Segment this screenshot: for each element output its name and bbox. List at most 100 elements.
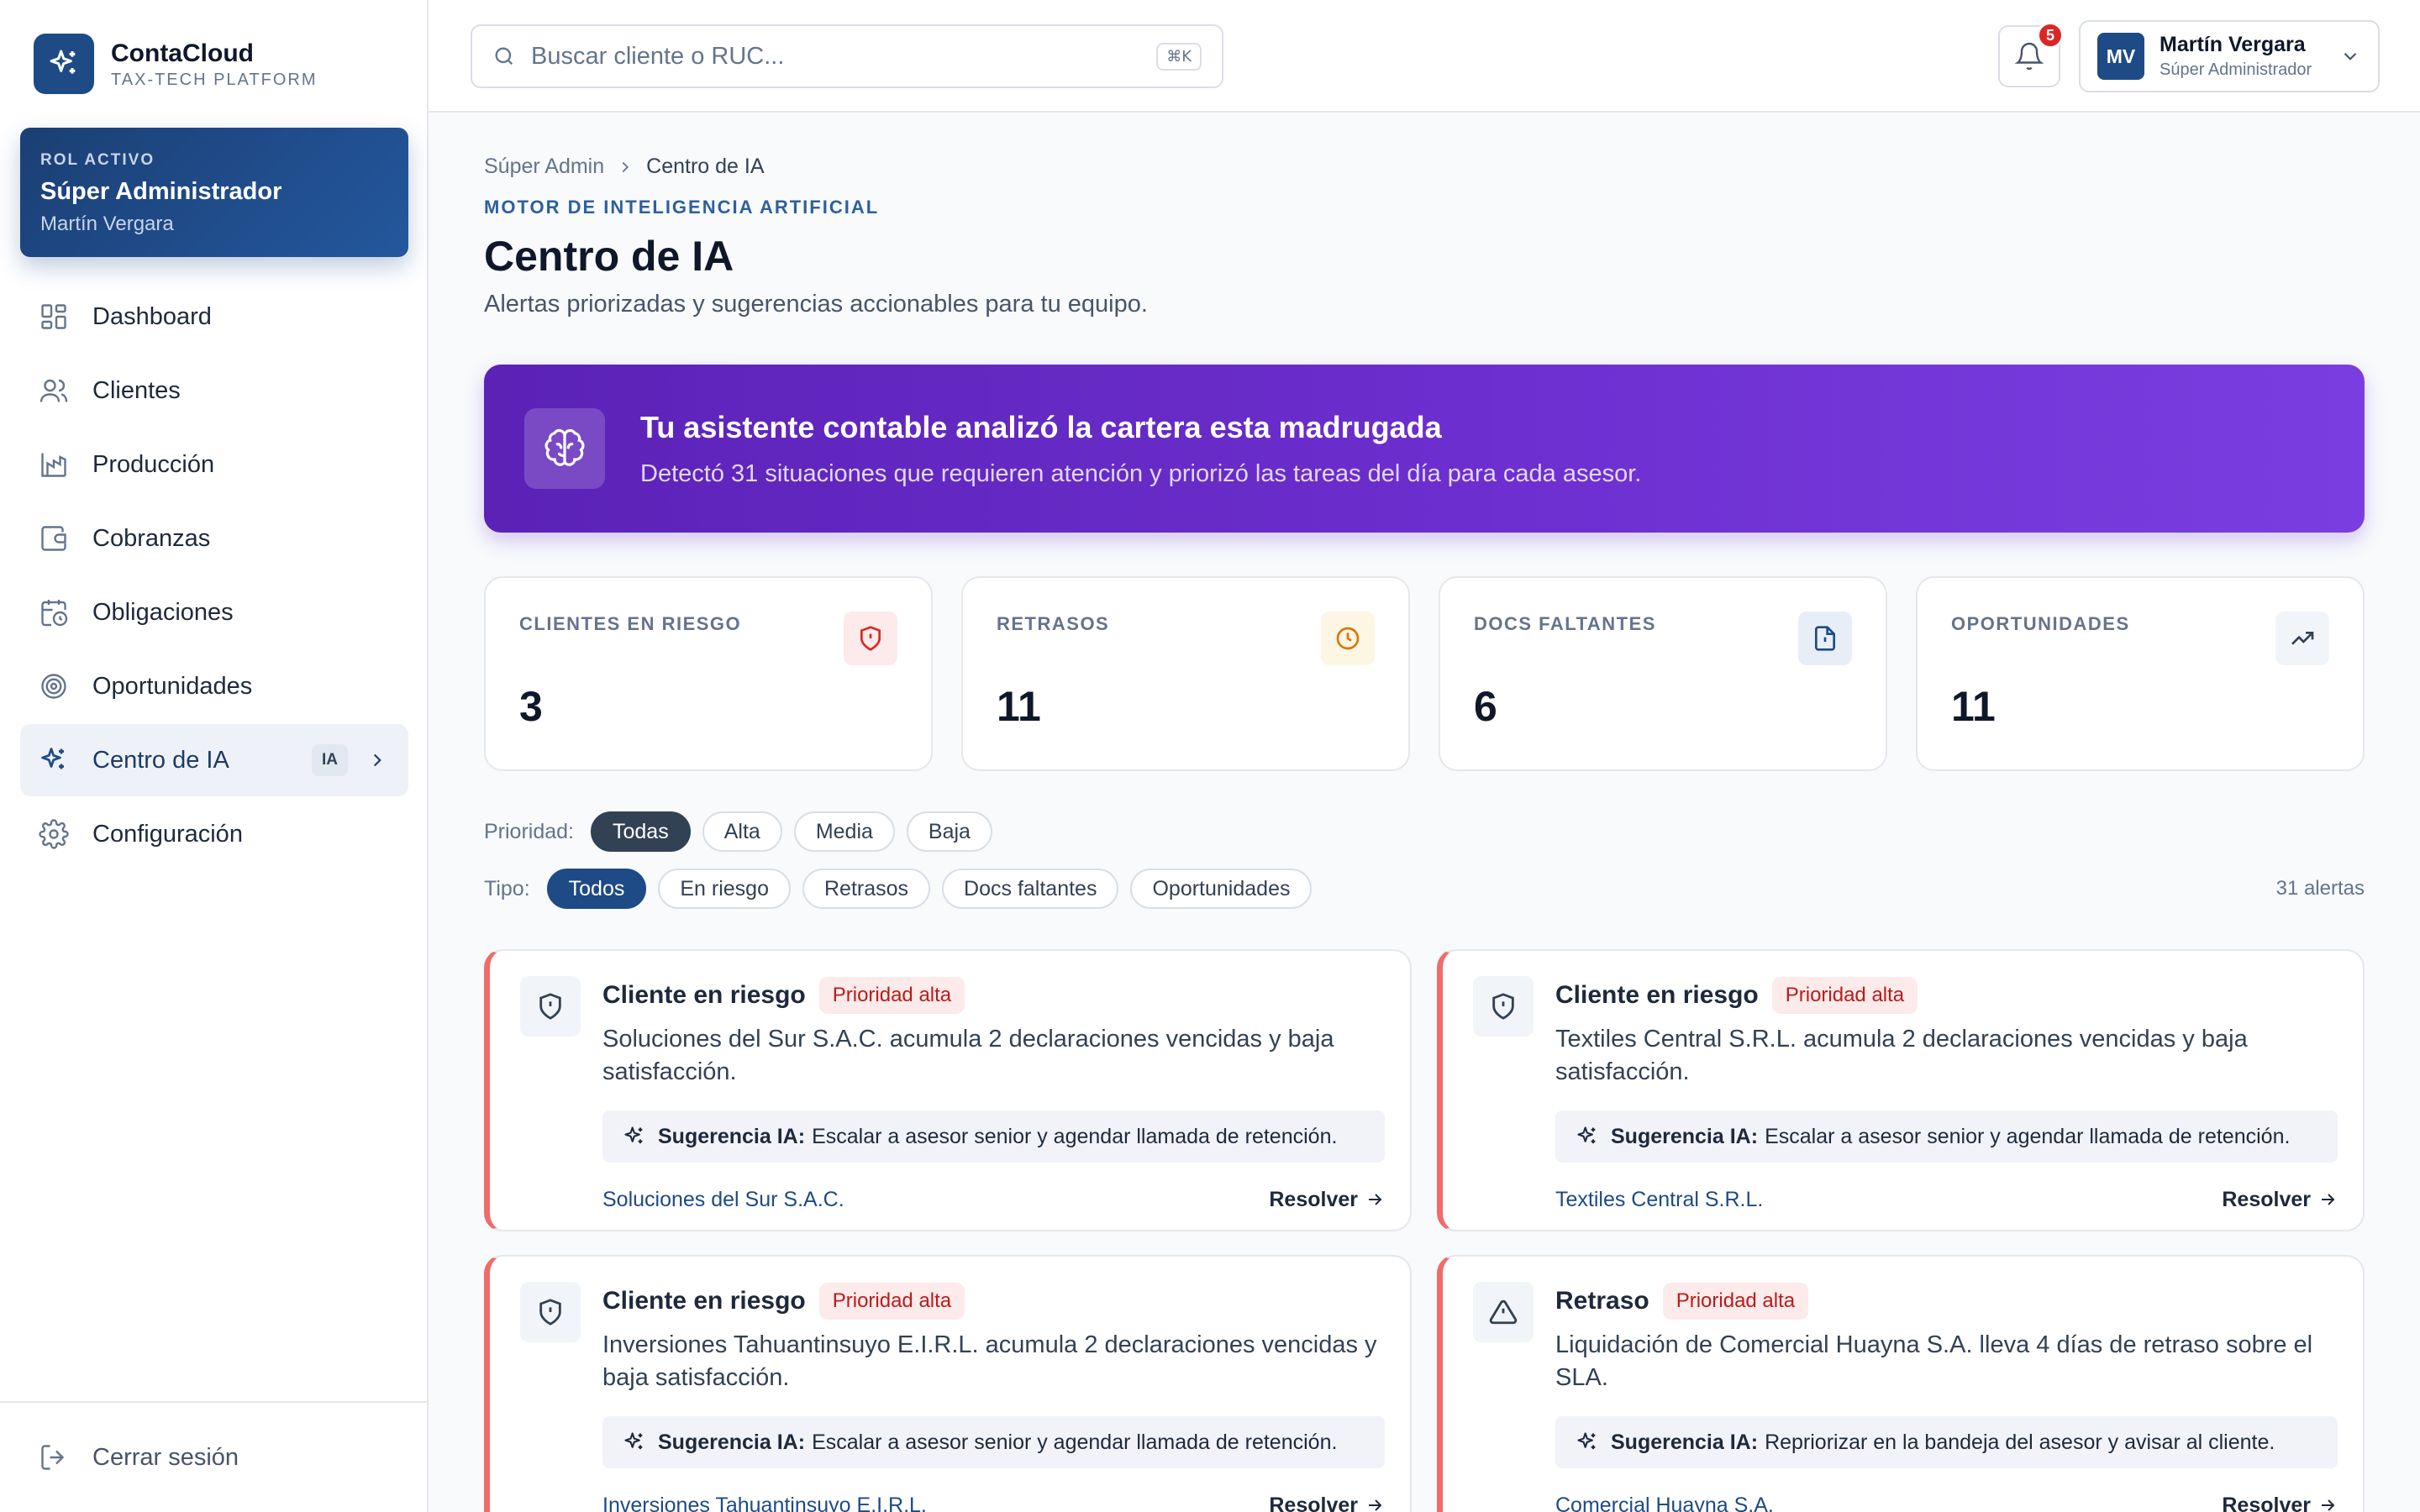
- users-icon: [39, 379, 68, 402]
- arrow-right-icon: [1369, 1499, 1382, 1511]
- role-label: ROL ACTIVO: [40, 151, 155, 169]
- suggestion-text: Repriorizar en la bandeja del asesor y a…: [1765, 1430, 2275, 1454]
- resolve-button[interactable]: Resolver: [2222, 1188, 2338, 1212]
- resolve-button[interactable]: Resolver: [1269, 1188, 1385, 1212]
- client-link[interactable]: Soluciones del Sur S.A.C.: [602, 1188, 844, 1212]
- logout-icon: [41, 1445, 65, 1470]
- type-chip-retrasos[interactable]: Retrasos: [802, 869, 931, 909]
- priority-chip-alta[interactable]: Alta: [702, 811, 782, 852]
- stat-label: RETRASOS: [997, 613, 1110, 634]
- sidebar-item-label: Dashboard: [92, 302, 212, 330]
- trending-up-icon: [2275, 612, 2329, 665]
- ai-suggestion: Sugerencia IA: Escalar a asesor senior y…: [602, 1416, 1385, 1468]
- notification-count-badge: 5: [2037, 22, 2064, 49]
- priority-badge: Prioridad alta: [818, 977, 965, 1014]
- sidebar-item-dashboard[interactable]: Dashboard: [20, 281, 408, 353]
- alert-title: Cliente en riesgo: [1555, 981, 1759, 1009]
- sidebar-item-cobranzas[interactable]: Cobranzas: [20, 502, 408, 575]
- ia-badge: IA: [312, 744, 348, 776]
- warning-triangle-icon: [1473, 1282, 1534, 1342]
- user-name: Martín Vergara: [2160, 33, 2306, 56]
- alert-description: Textiles Central S.R.L. acumula 2 declar…: [1555, 1026, 2248, 1085]
- sidebar-item-configuracion[interactable]: Configuración: [20, 798, 408, 870]
- file-alert-icon: [1798, 612, 1852, 665]
- alert-card: Retraso Prioridad alta Liquidación de Co…: [1437, 1255, 2365, 1512]
- priority-chip-baja[interactable]: Baja: [906, 811, 992, 852]
- sparkle-icon: [624, 1432, 643, 1450]
- suggestion-label: Sugerencia IA:: [658, 1124, 806, 1148]
- priority-badge: Prioridad alta: [1771, 977, 1918, 1014]
- notifications-button[interactable]: 5: [1998, 22, 2064, 87]
- type-chip-en-riesgo[interactable]: En riesgo: [658, 869, 791, 909]
- alert-title: Cliente en riesgo: [602, 1287, 806, 1315]
- suggestion-label: Sugerencia IA:: [1611, 1430, 1759, 1454]
- breadcrumb-parent[interactable]: Súper Admin: [484, 155, 604, 179]
- search-input[interactable]: [531, 42, 1157, 71]
- ai-summary-banner: Tu asistente contable analizó la cartera…: [484, 365, 2365, 533]
- sidebar-item-oportunidades[interactable]: Oportunidades: [20, 650, 408, 722]
- calendar-clock-icon: [41, 600, 68, 627]
- stat-card-clientes-riesgo[interactable]: CLIENTES EN RIESGO 3: [484, 576, 933, 771]
- wallet-icon: [41, 526, 66, 551]
- resolve-button[interactable]: Resolver: [2222, 1494, 2338, 1512]
- brand-name: ContaCloud: [111, 39, 254, 67]
- user-role: Súper Administrador: [2160, 60, 2312, 79]
- banner-title: Tu asistente contable analizó la cartera…: [640, 409, 1442, 444]
- sparkle-icon: [1577, 1432, 1596, 1450]
- brand[interactable]: ContaCloud TAX-TECH PLATFORM: [34, 34, 317, 94]
- priority-chip-todas[interactable]: Todas: [591, 811, 691, 852]
- stat-card-retrasos[interactable]: RETRASOS 11: [961, 576, 1410, 771]
- alert-description: Inversiones Tahuantinsuyo E.I.R.L. acumu…: [602, 1331, 1377, 1391]
- sidebar-item-label: Centro de IA: [92, 746, 229, 774]
- sparkle-icon: [624, 1126, 643, 1144]
- resolve-label: Resolver: [2222, 1493, 2311, 1512]
- ai-suggestion: Sugerencia IA: Escalar a asesor senior y…: [1555, 1110, 2338, 1163]
- suggestion-text: Escalar a asesor senior y agendar llamad…: [1765, 1124, 2291, 1148]
- logout-button[interactable]: Cerrar sesión: [0, 1401, 427, 1512]
- sidebar-item-clientes[interactable]: Clientes: [20, 354, 408, 427]
- type-filter: Tipo: Todos En riesgo Retrasos Docs falt…: [484, 867, 2365, 911]
- target-icon: [41, 674, 66, 699]
- production-chart-icon: [41, 453, 66, 477]
- sidebar-item-centro-ia[interactable]: Centro de IA IA: [20, 724, 408, 796]
- stat-value: 11: [997, 683, 1041, 730]
- logout-label: Cerrar sesión: [92, 1443, 239, 1471]
- stat-card-oportunidades[interactable]: OPORTUNIDADES 11: [1916, 576, 2365, 771]
- page-title: Centro de IA: [484, 233, 734, 280]
- chevron-right-icon: [373, 753, 381, 767]
- search-box[interactable]: ⌘K: [471, 24, 1223, 88]
- alerts-grid: Cliente en riesgo Prioridad alta Solucio…: [484, 949, 2365, 1512]
- chevron-down-icon: [2344, 52, 2357, 60]
- priority-chip-media[interactable]: Media: [793, 811, 895, 852]
- client-link[interactable]: Comercial Huayna S.A.: [1555, 1494, 1774, 1512]
- topbar: ⌘K 5 MV Martín Vergara Súper Administrad…: [429, 0, 2420, 113]
- stat-label: DOCS FALTANTES: [1474, 613, 1656, 634]
- stat-value: 3: [519, 683, 543, 730]
- sparkle-icon: [41, 748, 64, 769]
- gear-icon: [39, 819, 69, 849]
- sidebar-item-obligaciones[interactable]: Obligaciones: [20, 576, 408, 648]
- user-menu[interactable]: MV Martín Vergara Súper Administrador: [2079, 20, 2380, 92]
- sidebar-item-label: Oportunidades: [92, 672, 253, 700]
- sidebar-item-produccion[interactable]: Producción: [20, 428, 408, 501]
- type-chip-todos[interactable]: Todos: [546, 869, 647, 909]
- bell-icon: [2014, 42, 2044, 71]
- client-link[interactable]: Inversiones Tahuantinsuyo E.I.R.L.: [602, 1494, 927, 1512]
- alert-card: Cliente en riesgo Prioridad alta Textile…: [1437, 949, 2365, 1231]
- shield-alert-icon: [520, 1282, 581, 1342]
- client-link[interactable]: Textiles Central S.R.L.: [1555, 1188, 1763, 1212]
- sparkle-logo-icon: [34, 34, 94, 94]
- shield-alert-icon: [520, 976, 581, 1037]
- page-subtitle: Alertas priorizadas y sugerencias accion…: [484, 291, 1148, 318]
- type-filter-label: Tipo:: [484, 876, 530, 900]
- type-chip-docs-faltantes[interactable]: Docs faltantes: [942, 869, 1119, 909]
- sidebar: ContaCloud TAX-TECH PLATFORM ROL ACTIVO …: [0, 0, 429, 1512]
- type-chip-oportunidades[interactable]: Oportunidades: [1130, 869, 1313, 909]
- role-name: Súper Administrador: [40, 178, 282, 205]
- banner-description: Detectó 31 situaciones que requieren ate…: [640, 459, 1642, 487]
- stat-card-docs-faltantes[interactable]: DOCS FALTANTES 6: [1439, 576, 1887, 771]
- active-role-card: ROL ACTIVO Súper Administrador Martín Ve…: [20, 128, 408, 257]
- priority-badge: Prioridad alta: [818, 1283, 965, 1320]
- resolve-button[interactable]: Resolver: [1269, 1494, 1385, 1512]
- priority-filter: Prioridad: Todas Alta Media Baja: [484, 810, 2365, 853]
